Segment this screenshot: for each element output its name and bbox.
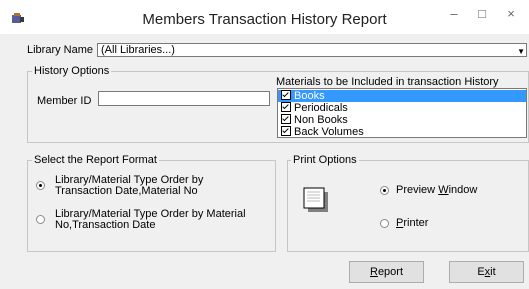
format-option-2-label[interactable]: Library/Material Type Order by Material … [55, 209, 246, 231]
list-item-back-volumes[interactable]: Back Volumes [278, 126, 526, 138]
exit-text-a: E [477, 266, 485, 278]
exit-button[interactable]: Exit [449, 261, 524, 283]
report-accel: R [369, 266, 378, 278]
print-options-legend: Print Options [291, 154, 359, 166]
library-name-label: Library Name [27, 44, 94, 56]
list-item-periodicals[interactable]: Periodicals [278, 102, 526, 114]
report-text: eport [377, 266, 404, 278]
checkbox-back-volumes[interactable] [281, 126, 291, 136]
printer-radio[interactable] [380, 219, 389, 228]
materials-label: Materials to be Included in transaction … [276, 76, 499, 88]
format-option-1-radio[interactable] [36, 181, 45, 190]
chevron-down-icon[interactable]: ▼ [517, 46, 525, 58]
list-item-books[interactable]: Books [278, 90, 526, 102]
format-option-1-line2: Transaction Date,Material No [55, 185, 198, 197]
close-button[interactable]: × [501, 6, 521, 22]
report-format-legend: Select the Report Format [32, 154, 159, 166]
library-select-value: (All Libraries...) [101, 44, 175, 56]
preview-window-text-a: Preview [396, 184, 439, 196]
material-label-back-volumes: Back Volumes [294, 126, 364, 138]
maximize-button[interactable]: □ [472, 6, 492, 22]
preview-window-text-b: indow [448, 184, 478, 196]
minimize-button[interactable]: – [444, 6, 464, 22]
member-id-label: Member ID [37, 95, 92, 107]
materials-list[interactable]: Books Periodicals Non Books Back Volumes [277, 88, 527, 138]
member-id-input[interactable] [98, 91, 270, 106]
report-button[interactable]: Report [349, 261, 424, 283]
preview-window-radio[interactable] [380, 186, 389, 195]
preview-window-accel: W [438, 184, 449, 196]
list-item-non-books[interactable]: Non Books [278, 114, 526, 126]
exit-text-b: it [490, 266, 496, 278]
checkbox-non-books[interactable] [281, 114, 291, 124]
print-preview-icon [302, 186, 330, 217]
printer-text: rinter [403, 217, 429, 229]
checkbox-books[interactable] [281, 90, 291, 100]
printer-label[interactable]: Printer [396, 217, 428, 229]
library-select[interactable]: (All Libraries...) ▼ [97, 43, 527, 57]
material-label-periodicals: Periodicals [294, 102, 348, 114]
format-option-2-radio[interactable] [36, 215, 45, 224]
preview-window-label[interactable]: Preview Window [396, 184, 477, 196]
format-option-2-line2: No,Transaction Date [55, 219, 156, 231]
history-options-legend: History Options [32, 65, 112, 77]
format-option-1-label[interactable]: Library/Material Type Order by Transacti… [55, 175, 203, 197]
checkbox-periodicals[interactable] [281, 102, 291, 112]
material-label-books: Books [294, 90, 325, 102]
material-label-non-books: Non Books [294, 114, 348, 126]
